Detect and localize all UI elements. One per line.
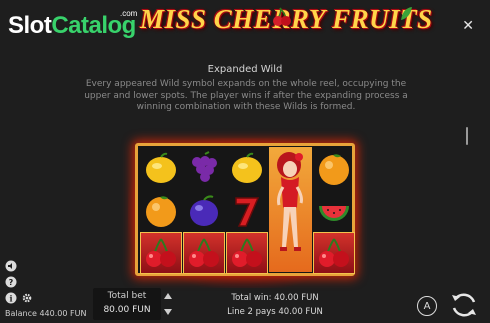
slotcatalog-watermark: SlotCatalog xyxy=(8,12,136,40)
expanded-wild-symbol-icon xyxy=(269,147,312,272)
symbol-orange-icon xyxy=(140,190,182,232)
balance-display: Balance 440.00 FUN xyxy=(5,309,86,318)
line-pays-display: Line 2 pays 40.00 FUN xyxy=(210,307,340,317)
spin-button[interactable] xyxy=(449,290,479,320)
autoplay-label: A xyxy=(423,300,431,312)
svg-text:i: i xyxy=(9,294,12,304)
help-icon[interactable]: ? xyxy=(5,276,17,288)
autoplay-button[interactable]: A xyxy=(417,296,437,316)
balance-value: 440.00 FUN xyxy=(39,309,87,318)
scrollbar[interactable] xyxy=(466,127,468,145)
symbol-cherry-icon xyxy=(226,232,268,274)
info-icon[interactable]: i xyxy=(5,292,17,304)
rules-description: Every appeared Wild symbol expands on th… xyxy=(84,79,408,112)
reels-frame xyxy=(135,143,355,276)
symbol-cherry-icon xyxy=(183,232,225,274)
sound-icon[interactable] xyxy=(5,260,17,272)
total-bet-label: Total bet xyxy=(107,291,147,301)
line-pays-value: 40.00 FUN xyxy=(278,307,323,317)
brand-suffix: .com xyxy=(120,9,138,18)
symbol-lemon-icon xyxy=(140,148,182,190)
close-button[interactable]: ✕ xyxy=(462,18,474,34)
symbol-orange-icon xyxy=(313,148,355,190)
header: SlotCatalog .com MISS CHERRY FRUITS ✕ xyxy=(0,0,490,52)
logo-cherry-icon xyxy=(273,7,291,26)
settings-gear-icon[interactable] xyxy=(22,293,32,303)
symbol-lemon-icon xyxy=(226,148,268,190)
svg-text:?: ? xyxy=(9,278,14,287)
line-pays-label: Line 2 pays xyxy=(227,307,276,317)
symbol-cherry-icon xyxy=(313,232,355,274)
bet-decrease-icon[interactable] xyxy=(164,309,172,315)
symbol-plum-icon xyxy=(183,190,225,232)
bet-increase-icon[interactable] xyxy=(164,293,172,299)
symbol-cherry-icon xyxy=(140,232,182,274)
total-win-display: Total win: 40.00 FUN xyxy=(210,293,340,303)
balance-label: Balance xyxy=(5,309,37,318)
brand-part1: Slot xyxy=(8,12,52,39)
total-bet-panel: Total bet 80.00 FUN xyxy=(93,288,161,320)
total-bet-value: 80.00 FUN xyxy=(103,305,151,315)
symbol-grapes-icon xyxy=(183,148,225,190)
rules-title: Expanded Wild xyxy=(207,64,283,75)
symbol-seven-icon xyxy=(226,190,268,232)
total-win-label: Total win: xyxy=(231,293,272,303)
logo-leaf-icon xyxy=(401,7,412,20)
total-win-value: 40.00 FUN xyxy=(274,293,319,303)
symbol-watermelon-icon xyxy=(313,190,355,232)
